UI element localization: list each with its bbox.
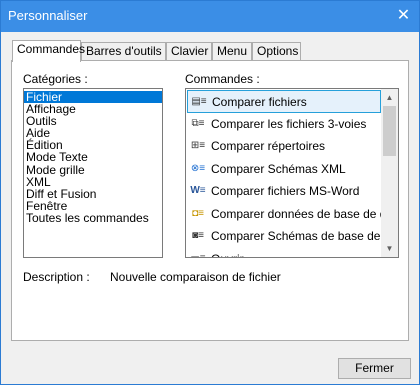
scroll-up-icon[interactable]: ▲ (381, 89, 398, 106)
close-icon[interactable]: ✕ (388, 1, 419, 32)
tab-commandes[interactable]: Commandes (12, 40, 85, 62)
commands-list[interactable]: ▤≡ Comparer fichiers ⧉≡ Comparer les fic… (185, 88, 399, 258)
compare-3way-icon: ⧉≡ (191, 117, 205, 129)
compare-xml-schemas-icon: ⊗≡ (190, 162, 206, 174)
compare-dirs-icon: ⊞≡ (190, 140, 206, 151)
commands-scrollbar[interactable]: ▲ ▼ (381, 89, 398, 257)
database-schema-icon: ◙≡ (192, 230, 204, 241)
word-icon: W≡ (190, 185, 206, 196)
command-item[interactable]: ⊞≡ Comparer répertoires (187, 135, 381, 158)
command-item[interactable]: ▤≡ Comparer fichiers (187, 90, 381, 113)
command-item[interactable]: W≡ Comparer fichiers MS-Word (187, 180, 381, 203)
window-title: Personnaliser (8, 8, 88, 23)
categories-label: Catégories : (23, 72, 88, 86)
tab-menu[interactable]: Menu (212, 42, 252, 60)
command-item[interactable]: ▭≡ Ouvrir (187, 248, 381, 258)
categories-list[interactable]: Fichier Affichage Outils Aide Édition Mo… (23, 88, 163, 258)
command-item[interactable]: ◙≡ Comparer Schémas de base de don (187, 225, 398, 248)
customize-dialog: Personnaliser ✕ Commandes Barres d'outil… (0, 0, 420, 385)
compare-files-icon: ▤≡ (191, 96, 207, 107)
close-button[interactable]: Fermer (338, 358, 411, 379)
command-item[interactable]: ⧉≡ Comparer les fichiers 3-voies (187, 113, 381, 136)
title-bar: Personnaliser ✕ (1, 1, 419, 32)
tab-barres-outils[interactable]: Barres d'outils (81, 42, 166, 60)
category-item[interactable]: XML (24, 176, 162, 188)
category-item[interactable]: Mode Texte (24, 151, 162, 163)
tab-options[interactable]: Options (252, 42, 301, 60)
scrollbar-thumb[interactable] (383, 106, 396, 156)
category-item[interactable]: Toutes les commandes (24, 212, 162, 224)
description-label: Description : (23, 270, 90, 284)
category-item[interactable]: Mode grille (24, 164, 162, 176)
command-item[interactable]: ⊗≡ Comparer Schémas XML (187, 158, 381, 181)
scroll-down-icon[interactable]: ▼ (381, 240, 398, 257)
description-value: Nouvelle comparaison de fichier (110, 270, 281, 284)
commands-tab-panel: Catégories : Fichier Affichage Outils Ai… (11, 60, 409, 341)
tab-clavier[interactable]: Clavier (166, 42, 212, 60)
database-icon: ◘≡ (192, 207, 204, 219)
command-item[interactable]: ◘≡ Comparer données de base de donn (187, 203, 398, 226)
open-icon: ▭≡ (190, 252, 206, 258)
commands-label: Commandes : (185, 72, 260, 86)
